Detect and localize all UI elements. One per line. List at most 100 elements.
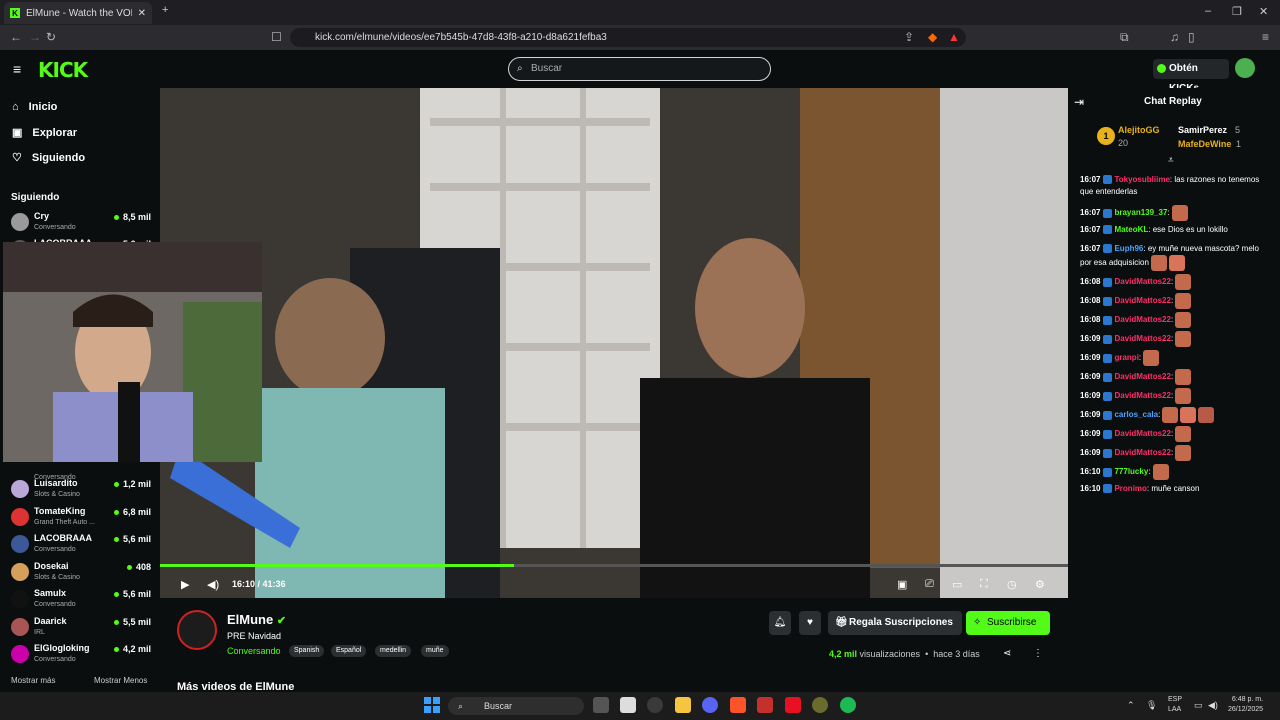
- message-username[interactable]: DavidMattos22: [1114, 391, 1170, 400]
- new-tab-button[interactable]: +: [162, 4, 168, 16]
- following-channel[interactable]: Cry Conversando 8,5 mil: [11, 211, 151, 237]
- subscribe-button[interactable]: ✧ Suscribirse: [966, 611, 1050, 635]
- network-icon[interactable]: ▭: [1194, 700, 1203, 711]
- gift-subs-button[interactable]: 🎁︎ Regala Suscripciones: [828, 611, 962, 635]
- microphone-icon[interactable]: 🎙︎: [1146, 700, 1157, 711]
- clip-icon[interactable]: ⎚: [925, 578, 934, 591]
- more-options-icon[interactable]: ⋮: [1033, 648, 1043, 659]
- following-channel[interactable]: Dosekai Slots & Casino 408: [11, 561, 151, 587]
- browser-tab[interactable]: K ElMune - Watch the VOD on Kick ✕: [4, 2, 152, 24]
- expand-pinned-icon[interactable]: ⩡: [1168, 155, 1174, 166]
- following-channel[interactable]: Samulx Conversando 5,6 mil: [11, 588, 151, 614]
- get-kicks-button[interactable]: Obtén KICKs: [1153, 59, 1229, 94]
- pinned-user-2[interactable]: SamirPerez: [1178, 125, 1227, 135]
- playback-speed-icon[interactable]: ◷: [1007, 578, 1017, 591]
- obs-icon[interactable]: [812, 697, 828, 713]
- maximize-button[interactable]: ❐: [1232, 5, 1242, 18]
- collapse-chat-icon[interactable]: ⇥: [1074, 95, 1084, 109]
- tray-chevron-icon[interactable]: ⌃: [1127, 700, 1135, 711]
- nav-explore[interactable]: ▣ Explorar: [12, 126, 77, 140]
- menu-icon[interactable]: ≡: [1262, 30, 1269, 44]
- close-window-button[interactable]: ✕: [1259, 5, 1268, 18]
- message-username[interactable]: MateoKL: [1114, 225, 1148, 234]
- pinned-user-3[interactable]: MafeDeWine: [1178, 139, 1231, 149]
- sidebar-toggle-icon[interactable]: ▯: [1188, 30, 1195, 44]
- speaker-icon[interactable]: ◀): [1208, 700, 1218, 711]
- message-username[interactable]: Euph96: [1114, 244, 1143, 253]
- show-less-link[interactable]: Mostrar Menos: [94, 676, 147, 685]
- file-explorer-icon[interactable]: [675, 697, 691, 713]
- show-more-link[interactable]: Mostrar más: [11, 676, 55, 685]
- message-username[interactable]: DavidMattos22: [1114, 277, 1170, 286]
- following-channel[interactable]: Luisardito Slots & Casino 1,2 mil: [11, 478, 151, 504]
- settings-gear-icon[interactable]: ⚙: [1035, 578, 1045, 591]
- language-indicator[interactable]: ESP LAA: [1168, 695, 1182, 715]
- user-badge-icon: [1103, 353, 1113, 363]
- stream-category[interactable]: Conversando: [227, 646, 281, 656]
- x-app-icon[interactable]: [785, 697, 801, 713]
- message-username[interactable]: Pronimo: [1114, 484, 1146, 493]
- hamburger-menu-icon[interactable]: ≡: [13, 61, 21, 77]
- app-icon[interactable]: [757, 697, 773, 713]
- kick-logo[interactable]: KICK: [38, 58, 88, 82]
- miniplayer-icon[interactable]: ▣: [897, 578, 907, 591]
- search-input[interactable]: ⌕ Buscar: [508, 57, 771, 81]
- notion-icon[interactable]: [620, 697, 636, 713]
- nav-home[interactable]: ⌂ Inicio: [12, 101, 57, 113]
- forward-icon[interactable]: →: [29, 30, 41, 44]
- task-view-icon[interactable]: [593, 697, 609, 713]
- taskbar-search[interactable]: ⌕ Buscar: [448, 697, 584, 715]
- message-username[interactable]: DavidMattos22: [1114, 448, 1170, 457]
- brave-shield-icon[interactable]: ◆: [928, 30, 937, 44]
- close-tab-icon[interactable]: ✕: [138, 8, 146, 19]
- message-username[interactable]: DavidMattos22: [1114, 429, 1170, 438]
- following-channel[interactable]: TomateKing Grand Theft Auto ... 6,8 mil: [11, 506, 151, 532]
- bookmark-icon[interactable]: ☐: [271, 30, 282, 44]
- streamer-avatar[interactable]: [177, 610, 217, 650]
- media-icon[interactable]: ♫: [1170, 30, 1179, 44]
- share-icon[interactable]: ⋖: [1003, 648, 1011, 659]
- following-channel[interactable]: LACOBRAAA Conversando 5,6 mil: [11, 533, 151, 559]
- rewards-icon[interactable]: ▲: [948, 30, 960, 44]
- notification-bell-icon[interactable]: 🔔︎: [769, 611, 791, 635]
- following-channel[interactable]: Daarick IRL 5,5 mil: [11, 616, 151, 642]
- video-player[interactable]: [160, 88, 1068, 598]
- back-icon[interactable]: ←: [10, 30, 22, 44]
- message-username[interactable]: DavidMattos22: [1114, 334, 1170, 343]
- message-username[interactable]: DavidMattos22: [1114, 315, 1170, 324]
- spotify-icon[interactable]: [840, 697, 856, 713]
- windows-start-icon[interactable]: [424, 697, 440, 713]
- message-username[interactable]: DavidMattos22: [1114, 372, 1170, 381]
- github-icon[interactable]: [647, 697, 663, 713]
- tag-medellin[interactable]: medellin: [375, 645, 412, 657]
- message-username[interactable]: DavidMattos22: [1114, 296, 1170, 305]
- pinned-user-1[interactable]: AlejitoGG: [1118, 125, 1160, 135]
- message-username[interactable]: granpi: [1114, 353, 1138, 362]
- play-button[interactable]: ▶: [181, 578, 189, 591]
- system-clock[interactable]: 6:48 p. m. 26/12/2025: [1228, 695, 1263, 715]
- share-icon[interactable]: ⇪: [904, 30, 914, 44]
- tag-spanish[interactable]: Spanish: [289, 645, 325, 657]
- streamer-name[interactable]: ElMune ✔: [227, 612, 286, 627]
- message-username[interactable]: Tokyosubliime: [1114, 175, 1169, 184]
- url-field[interactable]: kick.com/elmune/videos/ee7b545b-47d8-43f…: [290, 28, 966, 47]
- video-progress-bar[interactable]: [160, 564, 1068, 567]
- user-avatar[interactable]: [1235, 58, 1255, 78]
- discord-icon[interactable]: [702, 697, 718, 713]
- follow-heart-icon[interactable]: ♥: [799, 611, 821, 635]
- message-username[interactable]: 777lucky: [1114, 467, 1148, 476]
- extensions-icon[interactable]: ⧉: [1120, 30, 1129, 45]
- message-time: 16:07: [1080, 208, 1101, 218]
- following-channel[interactable]: ElGlogloking Conversando 4,2 mil: [11, 643, 151, 669]
- volume-icon[interactable]: ◀): [207, 578, 219, 591]
- message-username[interactable]: brayan139_37: [1114, 208, 1167, 217]
- message-username[interactable]: carlos_cala: [1114, 410, 1158, 419]
- fullscreen-icon[interactable]: ⛶: [980, 578, 988, 591]
- tag-mune[interactable]: muñe: [421, 645, 449, 657]
- tag-espanol[interactable]: Español: [331, 645, 367, 657]
- nav-following[interactable]: ♡ Siguiendo: [12, 151, 85, 165]
- brave-browser-icon[interactable]: [730, 697, 746, 713]
- theater-mode-icon[interactable]: ▭: [952, 578, 962, 591]
- reload-icon[interactable]: ↻: [46, 30, 56, 44]
- minimize-button[interactable]: –: [1205, 5, 1211, 17]
